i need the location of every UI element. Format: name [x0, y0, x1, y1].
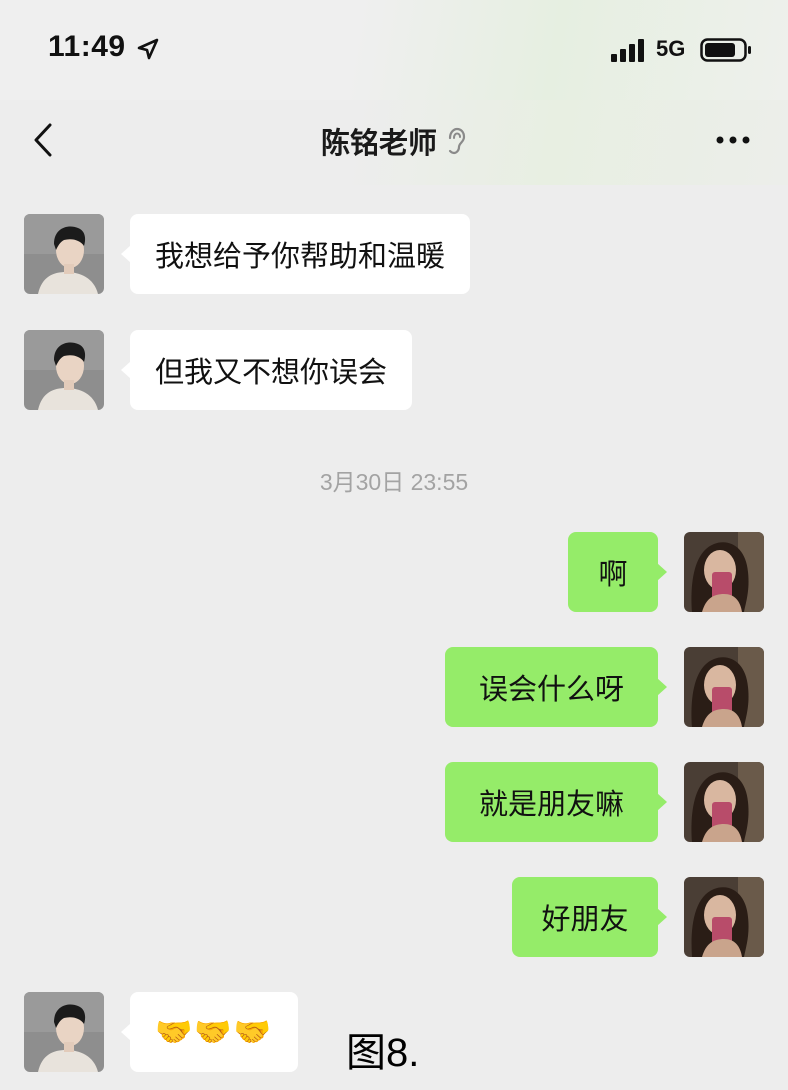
my-avatar[interactable]	[684, 647, 764, 727]
signal-icon	[611, 39, 644, 62]
message-bubble-sent[interactable]: 好朋友	[512, 877, 667, 957]
battery-icon	[700, 38, 751, 62]
message-bubble-sent[interactable]: 误会什么呀	[445, 647, 667, 727]
message-bubble-sent[interactable]: 就是朋友嘛	[445, 762, 667, 842]
message-text: 我想给予你帮助和温暖	[155, 239, 446, 273]
handshake-emoji: 🤝🤝🤝	[154, 1014, 274, 1050]
message-bubble-received[interactable]: 但我又不想你误会	[120, 330, 413, 410]
contact-avatar[interactable]	[24, 214, 104, 294]
message-text: 误会什么呀	[478, 672, 624, 706]
more-button[interactable]	[714, 128, 754, 152]
message-text: 啊	[598, 557, 628, 591]
my-avatar[interactable]	[684, 762, 764, 842]
network-type: 5G	[656, 36, 686, 61]
chat-title: 陈铭老师	[0, 120, 788, 162]
message-text: 就是朋友嘛	[478, 787, 624, 821]
chat-timestamp: 3月30日 23:55	[319, 469, 469, 495]
message-text: 好朋友	[541, 902, 629, 936]
status-time: 11:49	[48, 30, 126, 63]
message-text: 但我又不想你误会	[155, 355, 388, 389]
figure-caption: 图8.	[346, 1031, 420, 1075]
my-avatar[interactable]	[684, 532, 764, 612]
message-bubble-sent[interactable]: 啊	[568, 532, 667, 612]
ear-icon	[448, 127, 466, 155]
message-bubble-received[interactable]: 🤝🤝🤝	[121, 992, 298, 1072]
location-arrow-icon	[137, 38, 159, 60]
message-bubble-received[interactable]: 我想给予你帮助和温暖	[120, 214, 471, 294]
my-avatar[interactable]	[684, 877, 764, 957]
contact-avatar[interactable]	[24, 992, 104, 1072]
contact-name: 陈铭老师	[320, 126, 437, 160]
contact-avatar[interactable]	[24, 330, 104, 410]
